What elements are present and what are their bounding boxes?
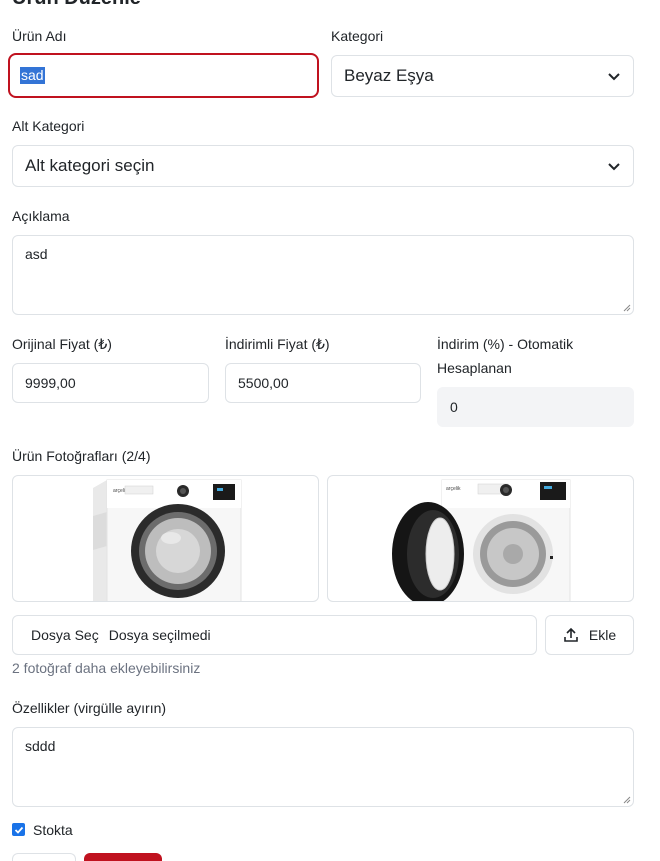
save-button[interactable] bbox=[84, 853, 162, 861]
discount-percent-label: İndirim (%) - Otomatik Hesaplanan bbox=[437, 336, 574, 376]
product-name-value: sad bbox=[20, 67, 45, 84]
add-photo-label: Ekle bbox=[588, 627, 617, 643]
original-price-value: 9999,00 bbox=[25, 375, 76, 391]
description-label: Açıklama bbox=[12, 208, 70, 224]
product-photo-2[interactable]: arçelik bbox=[327, 475, 634, 602]
washing-machine-open-door-image: arçelik bbox=[392, 479, 571, 601]
product-name-input[interactable]: sad bbox=[8, 53, 319, 98]
chevron-down-icon bbox=[608, 73, 620, 81]
discounted-price-input[interactable]: 5500,00 bbox=[225, 363, 421, 403]
original-price-label: Orijinal Fiyat (₺) bbox=[12, 336, 112, 352]
chevron-down-icon bbox=[608, 163, 620, 171]
description-value: asd bbox=[25, 246, 48, 262]
checkmark-icon bbox=[14, 826, 23, 834]
description-textarea[interactable]: asd bbox=[12, 235, 634, 315]
category-label: Kategori bbox=[331, 28, 384, 44]
original-price-input[interactable]: 9999,00 bbox=[12, 363, 209, 403]
discounted-price-label: İndirimli Fiyat (₺) bbox=[225, 336, 330, 352]
subcategory-value: Alt kategori seçin bbox=[25, 156, 155, 175]
discount-percent-input: 0 bbox=[437, 387, 634, 427]
cancel-button[interactable] bbox=[12, 853, 76, 861]
discount-percent-value: 0 bbox=[450, 399, 458, 415]
washing-machine-front-image: arçelik bbox=[93, 479, 242, 601]
file-input[interactable]: Dosya Seç Dosya seçilmedi bbox=[12, 615, 537, 655]
product-name-label: Ürün Adı bbox=[12, 28, 67, 44]
subcategory-label: Alt Kategori bbox=[12, 118, 85, 134]
features-label: Özellikler (virgülle ayırın) bbox=[12, 700, 167, 716]
category-value: Beyaz Eşya bbox=[344, 66, 434, 85]
page-title: Ürün Düzenle bbox=[12, 0, 141, 8]
svg-text:arçelik: arçelik bbox=[446, 486, 461, 492]
features-value: sddd bbox=[25, 738, 56, 754]
resize-grip-icon[interactable] bbox=[623, 796, 631, 804]
subcategory-select[interactable]: Alt kategori seçin bbox=[12, 145, 634, 187]
discounted-price-value: 5500,00 bbox=[238, 375, 289, 391]
product-photo-1[interactable]: arçelik bbox=[12, 475, 319, 602]
in-stock-label: Stokta bbox=[33, 822, 73, 838]
in-stock-checkbox[interactable] bbox=[12, 823, 25, 836]
category-select[interactable]: Beyaz Eşya bbox=[331, 55, 634, 97]
add-photo-button[interactable]: Ekle bbox=[545, 615, 634, 655]
file-choose-button[interactable]: Dosya Seç bbox=[13, 627, 109, 643]
photos-label: Ürün Fotoğrafları (2/4) bbox=[12, 448, 151, 464]
file-status-text: Dosya seçilmedi bbox=[108, 627, 211, 643]
features-textarea[interactable]: sddd bbox=[12, 727, 634, 807]
photos-hint: 2 fotoğraf daha ekleyebilirsiniz bbox=[12, 660, 201, 676]
resize-grip-icon[interactable] bbox=[623, 304, 631, 312]
upload-icon bbox=[564, 627, 578, 642]
